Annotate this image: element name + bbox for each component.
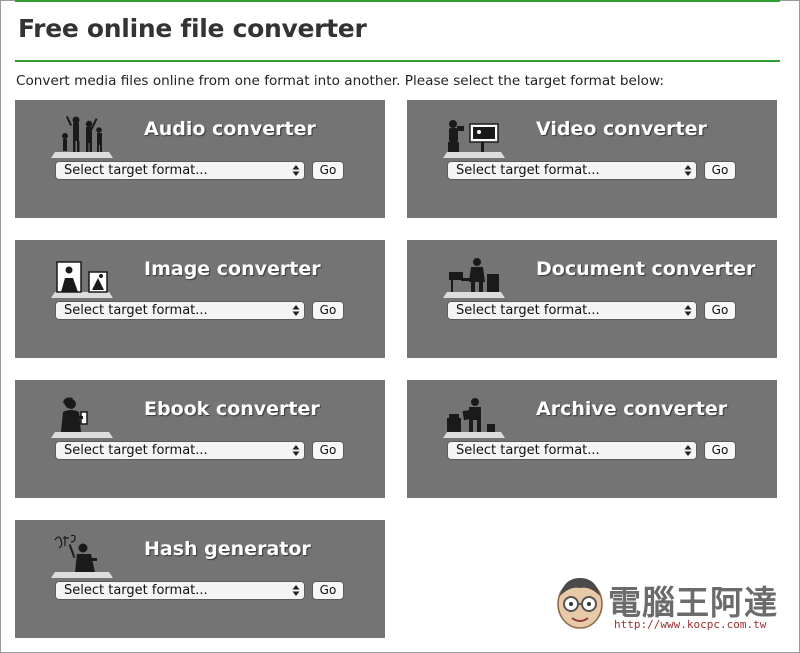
format-select[interactable]: Select target format... xyxy=(447,441,697,460)
select-arrows-icon xyxy=(292,445,300,456)
select-arrows-icon xyxy=(292,165,300,176)
format-select-value: Select target format... xyxy=(64,443,208,458)
page-title: Free online file converter xyxy=(18,14,367,43)
card-title: Archive converter xyxy=(536,398,728,420)
archive-silhouette-icon xyxy=(443,398,505,438)
go-button[interactable]: Go xyxy=(704,441,736,460)
format-select-value: Select target format... xyxy=(456,303,600,318)
card-title: Audio converter xyxy=(144,118,316,140)
title-divider xyxy=(15,60,780,62)
format-select[interactable]: Select target format... xyxy=(447,301,697,320)
video-silhouette-icon xyxy=(443,120,505,158)
format-select[interactable]: Select target format... xyxy=(55,581,305,600)
card-title: Image converter xyxy=(144,258,321,280)
format-select-value: Select target format... xyxy=(64,303,208,318)
select-arrows-icon xyxy=(684,445,692,456)
format-select[interactable]: Select target format... xyxy=(55,161,305,180)
image-converter-card: Image converter Select target format... … xyxy=(15,240,385,358)
video-converter-card: Video converter Select target format... … xyxy=(407,100,777,218)
go-button[interactable]: Go xyxy=(312,301,344,320)
hash-silhouette-icon xyxy=(51,534,113,578)
watermark-url: http://www.kocpc.com.tw xyxy=(614,618,767,631)
format-select[interactable]: Select target format... xyxy=(55,441,305,460)
card-title: Document converter xyxy=(536,258,756,280)
go-button[interactable]: Go xyxy=(312,441,344,460)
mascot-face-icon xyxy=(557,578,603,629)
ebook-silhouette-icon xyxy=(51,397,113,438)
go-button[interactable]: Go xyxy=(312,161,344,180)
audio-converter-card: Audio converter Select target format... … xyxy=(15,100,385,218)
ebook-converter-card: Ebook converter Select target format... … xyxy=(15,380,385,498)
watermark-text: 電腦王阿達 xyxy=(608,583,778,622)
format-select-value: Select target format... xyxy=(64,583,208,598)
go-button[interactable]: Go xyxy=(312,581,344,600)
select-arrows-icon xyxy=(292,585,300,596)
top-divider xyxy=(15,0,780,2)
document-silhouette-icon xyxy=(443,258,505,298)
select-arrows-icon xyxy=(292,305,300,316)
format-select-value: Select target format... xyxy=(456,443,600,458)
card-title: Video converter xyxy=(536,118,707,140)
card-title: Ebook converter xyxy=(144,398,320,420)
audio-silhouette-icon xyxy=(51,116,113,158)
hash-generator-card: Hash generator Select target format... G… xyxy=(15,520,385,638)
document-converter-card: Document converter Select target format.… xyxy=(407,240,777,358)
card-title: Hash generator xyxy=(144,538,311,560)
go-button[interactable]: Go xyxy=(704,161,736,180)
select-arrows-icon xyxy=(684,165,692,176)
archive-converter-card: Archive converter Select target format..… xyxy=(407,380,777,498)
image-silhouette-icon xyxy=(51,261,113,298)
format-select[interactable]: Select target format... xyxy=(55,301,305,320)
format-select-value: Select target format... xyxy=(64,163,208,178)
format-select-value: Select target format... xyxy=(456,163,600,178)
select-arrows-icon xyxy=(684,305,692,316)
watermark: 電腦王阿達 http://www.kocpc.com.tw xyxy=(552,570,784,642)
go-button[interactable]: Go xyxy=(704,301,736,320)
intro-text: Convert media files online from one form… xyxy=(16,73,664,89)
format-select[interactable]: Select target format... xyxy=(447,161,697,180)
